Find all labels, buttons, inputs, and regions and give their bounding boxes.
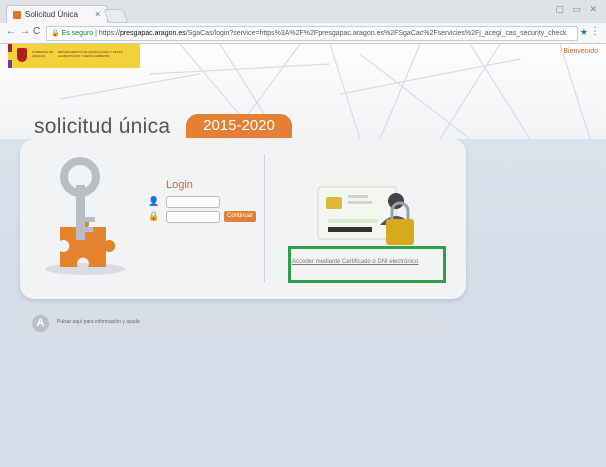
username-input[interactable] (166, 196, 220, 208)
forward-icon[interactable]: → (20, 26, 30, 37)
logo-text-department: DEPARTAMENTO DE AGRICULTURA Y PESCA ALIM… (58, 50, 123, 58)
logo-text-government: GOBIERNO DE ARAGON (32, 50, 54, 58)
gobierno-aragon-logo: GOBIERNO DE ARAGON DEPARTAMENTO DE AGRIC… (8, 44, 140, 68)
tab-bar: Solicitud Única × ▢ ▭ ✕ (0, 0, 606, 24)
continue-button[interactable]: Continuar (224, 211, 256, 222)
lock-icon: 🔒 (51, 30, 60, 37)
flag-stripe-icon (8, 44, 12, 68)
padlock-icon: 🔒 (148, 211, 160, 221)
coat-of-arms-icon (17, 48, 27, 62)
bookmark-star-icon[interactable]: ★ (580, 27, 588, 38)
password-input[interactable] (166, 211, 220, 223)
url-host: presgapac.aragon.es (119, 30, 186, 37)
help-text[interactable]: Pulsar aquí para información y ayuda (57, 319, 140, 325)
url-prefix: https:// (98, 30, 120, 37)
page-header: GOBIERNO DE ARAGON DEPARTAMENTO DE AGRIC… (0, 44, 606, 139)
browser-window: Solicitud Única × ▢ ▭ ✕ ← → C 🔒 Es segur… (0, 0, 606, 467)
period-tab: 2015-2020 (186, 114, 292, 138)
highlight-box (288, 246, 446, 283)
url-input[interactable]: 🔒 Es seguro | https://presgapac.aragon.e… (46, 26, 578, 41)
login-title: Login (166, 179, 193, 191)
welcome-text: Bienvenido (563, 48, 598, 55)
card-divider (264, 154, 265, 282)
browser-menu-icon[interactable]: ⋮ (590, 26, 600, 37)
close-tab-icon[interactable]: × (95, 9, 100, 19)
favicon-icon (13, 11, 21, 19)
help-icon: A (32, 315, 49, 332)
key-puzzle-icon (45, 157, 125, 275)
user-icon: 👤 (148, 196, 160, 206)
dni-certificate-icon (317, 186, 414, 245)
tab-title: Solicitud Única (25, 10, 78, 19)
new-tab-button[interactable] (103, 9, 129, 23)
secure-label: Es seguro (61, 30, 94, 37)
window-controls[interactable]: ▢ ▭ ✕ (555, 4, 600, 15)
page-title: solicitud única (34, 115, 171, 138)
url-path: /SgaCas/login?service=https%3A%2F%2Fpres… (185, 30, 567, 37)
help-bar[interactable]: A Pulsar aquí para información y ayuda (26, 312, 441, 335)
reload-icon[interactable]: C (33, 26, 40, 37)
tab-solicitud-unica[interactable]: Solicitud Única × (6, 5, 108, 24)
back-icon[interactable]: ← (6, 26, 16, 37)
address-bar-row: ← → C 🔒 Es seguro | https://presgapac.ar… (0, 23, 606, 44)
